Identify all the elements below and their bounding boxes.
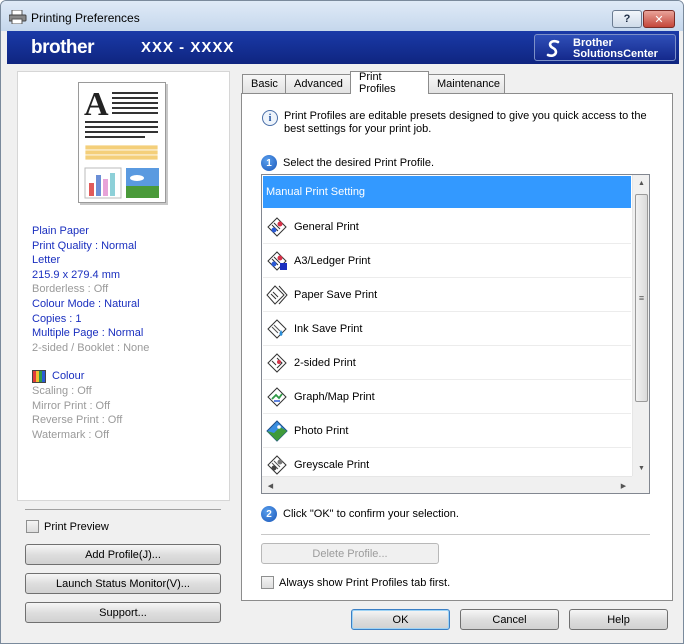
step1-badge: 1 bbox=[261, 155, 277, 171]
print-preview-option[interactable]: Print Preview bbox=[26, 520, 109, 533]
solutions-center-icon bbox=[546, 39, 560, 57]
ok-button[interactable]: OK bbox=[351, 609, 450, 630]
always-show-profiles-label: Always show Print Profiles tab first. bbox=[279, 576, 451, 589]
profile-item-graph-map-print[interactable]: Graph/Map Print bbox=[263, 380, 631, 414]
title-close-button[interactable]: ✕ bbox=[643, 10, 675, 28]
summary-reverse-print: Reverse Print : Off bbox=[32, 414, 123, 427]
step2-instruction: 2 Click "OK" to confirm your selection. bbox=[261, 506, 459, 522]
left-panel-separator bbox=[25, 509, 221, 510]
cancel-button[interactable]: Cancel bbox=[460, 609, 559, 630]
summary-paper-size: Letter bbox=[32, 254, 61, 267]
brother-logo: brother bbox=[31, 37, 95, 58]
summary-mirror-print: Mirror Print : Off bbox=[32, 399, 111, 412]
summary-media-type: Plain Paper bbox=[32, 225, 89, 237]
title-help-button[interactable]: ? bbox=[612, 10, 642, 28]
ink-save-icon bbox=[267, 318, 287, 339]
general-print-icon bbox=[267, 216, 287, 237]
summary-print-quality: Print Quality : Normal bbox=[32, 239, 137, 252]
profile-list-vertical-scrollbar[interactable]: ▲ ≡ ▼ bbox=[632, 175, 649, 477]
colour-icon bbox=[32, 370, 46, 384]
scroll-left-arrow-icon[interactable]: ◀ bbox=[262, 477, 279, 493]
add-profile-button[interactable]: Add Profile(J)... bbox=[25, 544, 221, 565]
two-sided-icon bbox=[267, 352, 287, 373]
print-profiles-panel: i Print Profiles are editable presets de… bbox=[241, 93, 673, 601]
summary-multiple-page: Multiple Page : Normal bbox=[32, 327, 144, 340]
step1-text: Select the desired Print Profile. bbox=[283, 157, 435, 169]
greyscale-icon bbox=[267, 454, 287, 475]
print-profile-list[interactable]: Manual Print Setting General Print A3/Le… bbox=[261, 174, 650, 494]
summary-watermark: Watermark : Off bbox=[32, 428, 110, 441]
window-title: Printing Preferences bbox=[31, 11, 140, 25]
help-button[interactable]: Help bbox=[569, 609, 668, 630]
profile-item-general-print[interactable]: General Print bbox=[263, 210, 631, 244]
page-preview-image: A bbox=[78, 82, 166, 203]
support-button[interactable]: Support... bbox=[25, 602, 221, 623]
scroll-thumb[interactable]: ≡ bbox=[635, 194, 648, 402]
scroll-up-arrow-icon[interactable]: ▲ bbox=[633, 175, 649, 192]
step2-badge: 2 bbox=[261, 506, 277, 522]
solutions-line2: SolutionsCenter bbox=[573, 48, 658, 60]
summary-colour: Colour bbox=[32, 369, 149, 384]
profile-item-2-sided-print[interactable]: 2-sided Print bbox=[263, 346, 631, 380]
photo-print-icon bbox=[266, 419, 288, 442]
always-show-profiles-checkbox[interactable] bbox=[261, 576, 274, 589]
tab-advanced[interactable]: Advanced bbox=[285, 74, 351, 93]
profile-item-photo-print[interactable]: Photo Print bbox=[263, 414, 631, 448]
tab-maintenance[interactable]: Maintenance bbox=[428, 74, 505, 93]
print-preview-label: Print Preview bbox=[44, 520, 109, 533]
always-show-profiles-option[interactable]: Always show Print Profiles tab first. bbox=[261, 576, 450, 589]
profile-item-paper-save-print[interactable]: Paper Save Print bbox=[263, 278, 631, 312]
page-preview-icon: A bbox=[84, 86, 159, 199]
profiles-intro-text: Print Profiles are editable presets desi… bbox=[284, 110, 647, 135]
info-icon: i bbox=[262, 110, 278, 126]
summary-colour-label: Colour bbox=[52, 370, 85, 383]
printing-preferences-window: Printing Preferences ? ✕ brother XXX - X… bbox=[0, 0, 684, 644]
summary-borderless: Borderless : Off bbox=[32, 283, 109, 296]
profiles-separator bbox=[261, 534, 650, 535]
step2-text: Click "OK" to confirm your selection. bbox=[283, 508, 459, 520]
title-bar: Printing Preferences ? ✕ bbox=[1, 1, 683, 31]
profile-label: A3/Ledger Print bbox=[294, 254, 371, 267]
a3-print-icon bbox=[267, 250, 287, 271]
model-name: XXX - XXXX bbox=[141, 39, 235, 56]
profile-label: Paper Save Print bbox=[294, 288, 378, 301]
profile-label: 2-sided Print bbox=[294, 356, 356, 369]
profiles-intro: i Print Profiles are editable presets de… bbox=[262, 110, 658, 136]
print-preview-checkbox[interactable] bbox=[26, 520, 39, 533]
scroll-right-arrow-icon[interactable]: ▶ bbox=[615, 477, 632, 493]
profile-label: Greyscale Print bbox=[294, 458, 370, 471]
svg-text:A: A bbox=[84, 86, 109, 123]
profile-label: General Print bbox=[294, 220, 359, 233]
tab-basic[interactable]: Basic bbox=[242, 74, 286, 93]
profile-item-ink-save-print[interactable]: Ink Save Print bbox=[263, 312, 631, 346]
graph-map-icon bbox=[267, 386, 287, 407]
paper-save-icon bbox=[266, 284, 288, 305]
scroll-down-arrow-icon[interactable]: ▼ bbox=[633, 460, 649, 477]
summary-scaling: Scaling : Off bbox=[32, 384, 92, 397]
brand-banner: brother XXX - XXXX Brother SolutionsCent… bbox=[7, 31, 679, 64]
profile-label: Ink Save Print bbox=[294, 322, 363, 335]
profile-item-manual-print-setting[interactable]: Manual Print Setting bbox=[263, 176, 631, 208]
step1-instruction: 1 Select the desired Print Profile. bbox=[261, 155, 434, 171]
printer-icon bbox=[9, 10, 27, 24]
tab-print-profiles[interactable]: Print Profiles bbox=[350, 71, 429, 95]
profile-label: Graph/Map Print bbox=[294, 390, 375, 403]
launch-status-monitor-button[interactable]: Launch Status Monitor(V)... bbox=[25, 573, 221, 594]
delete-profile-button[interactable]: Delete Profile... bbox=[261, 543, 439, 564]
summary-paper-dimensions: 215.9 x 279.4 mm bbox=[32, 268, 121, 281]
profile-list-horizontal-scrollbar[interactable]: ◀ ▶ bbox=[262, 476, 632, 493]
settings-summary-panel: A Plain Paper Print Quality: Normal Let… bbox=[17, 71, 230, 501]
scrollbar-corner bbox=[632, 476, 649, 493]
profile-item-a3-ledger-print[interactable]: A3/Ledger Print bbox=[263, 244, 631, 278]
profile-label: Photo Print bbox=[294, 424, 349, 437]
settings-summary-list: Plain Paper Print Quality : Normal Lette… bbox=[32, 224, 149, 442]
summary-two-sided: 2-sided / Booklet : None bbox=[32, 341, 150, 354]
summary-colour-mode: Colour Mode : Natural bbox=[32, 297, 140, 310]
summary-copies: Copies : 1 bbox=[32, 312, 82, 325]
solutions-center-button[interactable]: Brother SolutionsCenter bbox=[534, 34, 676, 61]
profile-label: Manual Print Setting bbox=[266, 186, 366, 198]
